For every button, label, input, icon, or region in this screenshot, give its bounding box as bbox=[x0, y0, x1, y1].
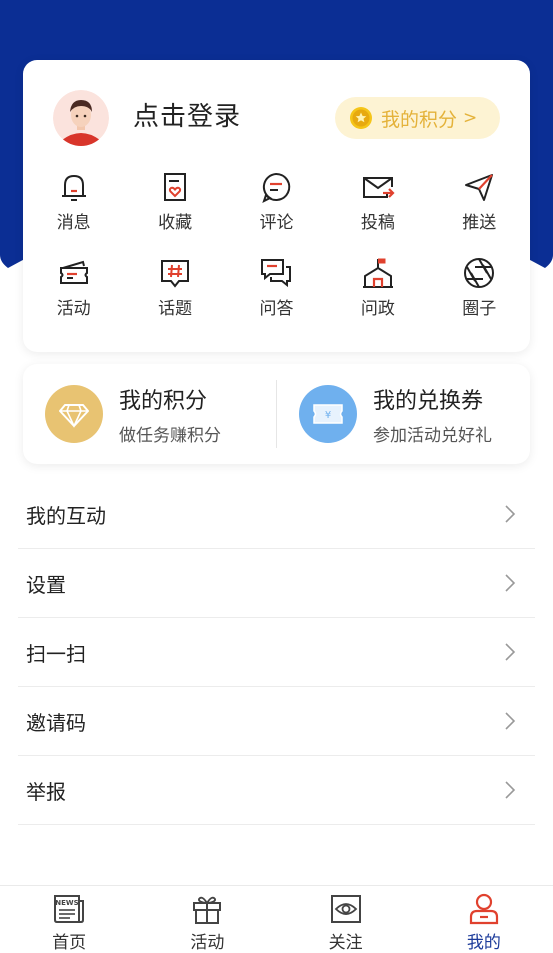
feature-label: 问政 bbox=[360, 299, 395, 319]
hashtag-icon bbox=[161, 260, 190, 288]
tab-activities[interactable]: 活动 bbox=[138, 886, 276, 953]
voucher-icon: ¥ bbox=[299, 385, 357, 443]
chevron-right-icon bbox=[505, 712, 516, 730]
favorite-icon bbox=[164, 173, 187, 201]
government-icon bbox=[362, 258, 393, 288]
diamond-icon bbox=[45, 385, 103, 443]
profile-card: 点击登录 我的积分 > 消息 收藏 评论 投稿 推送 活动 话题 问答 问政 圈… bbox=[23, 60, 530, 352]
feature-favorites[interactable]: 收藏 bbox=[124, 170, 225, 256]
feature-grid: 消息 收藏 评论 投稿 推送 活动 话题 问答 问政 圈子 bbox=[23, 170, 530, 342]
feature-submit[interactable]: 投稿 bbox=[327, 170, 428, 256]
eye-icon bbox=[330, 895, 361, 923]
feature-topics[interactable]: 话题 bbox=[124, 256, 225, 342]
chevron-right-icon bbox=[505, 574, 516, 592]
tab-mine[interactable]: 我的 bbox=[415, 886, 553, 953]
feature-label: 投稿 bbox=[360, 213, 395, 233]
feature-label: 推送 bbox=[462, 213, 497, 233]
feature-label: 问答 bbox=[259, 299, 294, 319]
reward-title: 我的兑换券 bbox=[373, 388, 484, 414]
feature-gov-inquiry[interactable]: 问政 bbox=[327, 256, 428, 342]
my-vouchers-entry[interactable]: ¥ 我的兑换券 参加活动兑好礼 bbox=[299, 364, 530, 464]
user-icon bbox=[469, 893, 498, 925]
chevron-right-icon bbox=[505, 643, 516, 661]
coin-star-icon bbox=[350, 107, 372, 129]
aperture-icon bbox=[464, 258, 495, 288]
feature-circles[interactable]: 圈子 bbox=[429, 256, 530, 342]
reward-subtitle: 做任务赚积分 bbox=[119, 425, 221, 446]
menu-item-label: 邀请码 bbox=[26, 710, 86, 735]
settings-menu: 我的互动 设置 扫一扫 邀请码 举报 bbox=[18, 480, 535, 825]
feature-label: 圈子 bbox=[462, 299, 497, 319]
menu-item-my-interactions[interactable]: 我的互动 bbox=[18, 480, 535, 549]
reward-subtitle: 参加活动兑好礼 bbox=[373, 425, 492, 446]
feature-label: 收藏 bbox=[158, 213, 193, 233]
menu-item-report[interactable]: 举报 bbox=[18, 756, 535, 825]
rewards-card: 我的积分 做任务赚积分 ¥ 我的兑换券 参加活动兑好礼 bbox=[23, 364, 530, 464]
qa-icon bbox=[261, 259, 292, 288]
feature-label: 活动 bbox=[56, 299, 91, 319]
menu-item-label: 扫一扫 bbox=[26, 641, 86, 666]
my-points-entry[interactable]: 我的积分 做任务赚积分 bbox=[45, 364, 275, 464]
bottom-tab-bar: NEWS 首页 活动 关注 我的 bbox=[0, 885, 553, 953]
comment-icon bbox=[262, 172, 291, 203]
menu-item-scan[interactable]: 扫一扫 bbox=[18, 618, 535, 687]
tab-label: 活动 bbox=[190, 933, 225, 953]
my-points-button[interactable]: 我的积分 > bbox=[335, 97, 500, 139]
feature-label: 消息 bbox=[56, 213, 91, 233]
feature-label: 话题 bbox=[158, 299, 193, 319]
avatar-image bbox=[53, 90, 109, 146]
feature-label: 评论 bbox=[259, 213, 294, 233]
ticket-icon bbox=[59, 260, 88, 284]
tab-label: 关注 bbox=[328, 933, 363, 953]
menu-item-label: 举报 bbox=[26, 779, 66, 804]
bell-icon bbox=[61, 174, 86, 201]
svg-text:NEWS: NEWS bbox=[55, 899, 78, 907]
chevron-right-icon bbox=[505, 505, 516, 523]
avatar[interactable] bbox=[53, 90, 109, 146]
menu-item-settings[interactable]: 设置 bbox=[18, 549, 535, 618]
feature-push[interactable]: 推送 bbox=[429, 170, 530, 256]
menu-item-label: 我的互动 bbox=[26, 503, 106, 528]
login-prompt[interactable]: 点击登录 bbox=[133, 96, 241, 133]
reward-title: 我的积分 bbox=[119, 388, 208, 414]
chevron-right-icon: > bbox=[463, 108, 478, 128]
tab-label: 我的 bbox=[466, 933, 501, 953]
feature-messages[interactable]: 消息 bbox=[23, 170, 124, 256]
tab-follow[interactable]: 关注 bbox=[277, 886, 415, 953]
divider bbox=[276, 380, 277, 448]
feature-comments[interactable]: 评论 bbox=[226, 170, 327, 256]
tab-label: 首页 bbox=[52, 933, 87, 953]
menu-item-invite-code[interactable]: 邀请码 bbox=[18, 687, 535, 756]
chevron-right-icon bbox=[505, 781, 516, 799]
feature-grid-row: 活动 话题 问答 问政 圈子 bbox=[23, 256, 530, 342]
gift-icon bbox=[193, 896, 222, 924]
my-points-label: 我的积分 bbox=[381, 108, 458, 131]
menu-item-label: 设置 bbox=[26, 572, 66, 597]
send-icon bbox=[465, 174, 494, 201]
submit-mail-icon bbox=[362, 177, 395, 198]
feature-qa[interactable]: 问答 bbox=[226, 256, 327, 342]
tab-home[interactable]: NEWS 首页 bbox=[0, 886, 138, 953]
svg-text:¥: ¥ bbox=[325, 410, 331, 421]
feature-activities[interactable]: 活动 bbox=[23, 256, 124, 342]
feature-grid-row: 消息 收藏 评论 投稿 推送 bbox=[23, 170, 530, 256]
news-icon: NEWS bbox=[54, 895, 85, 923]
